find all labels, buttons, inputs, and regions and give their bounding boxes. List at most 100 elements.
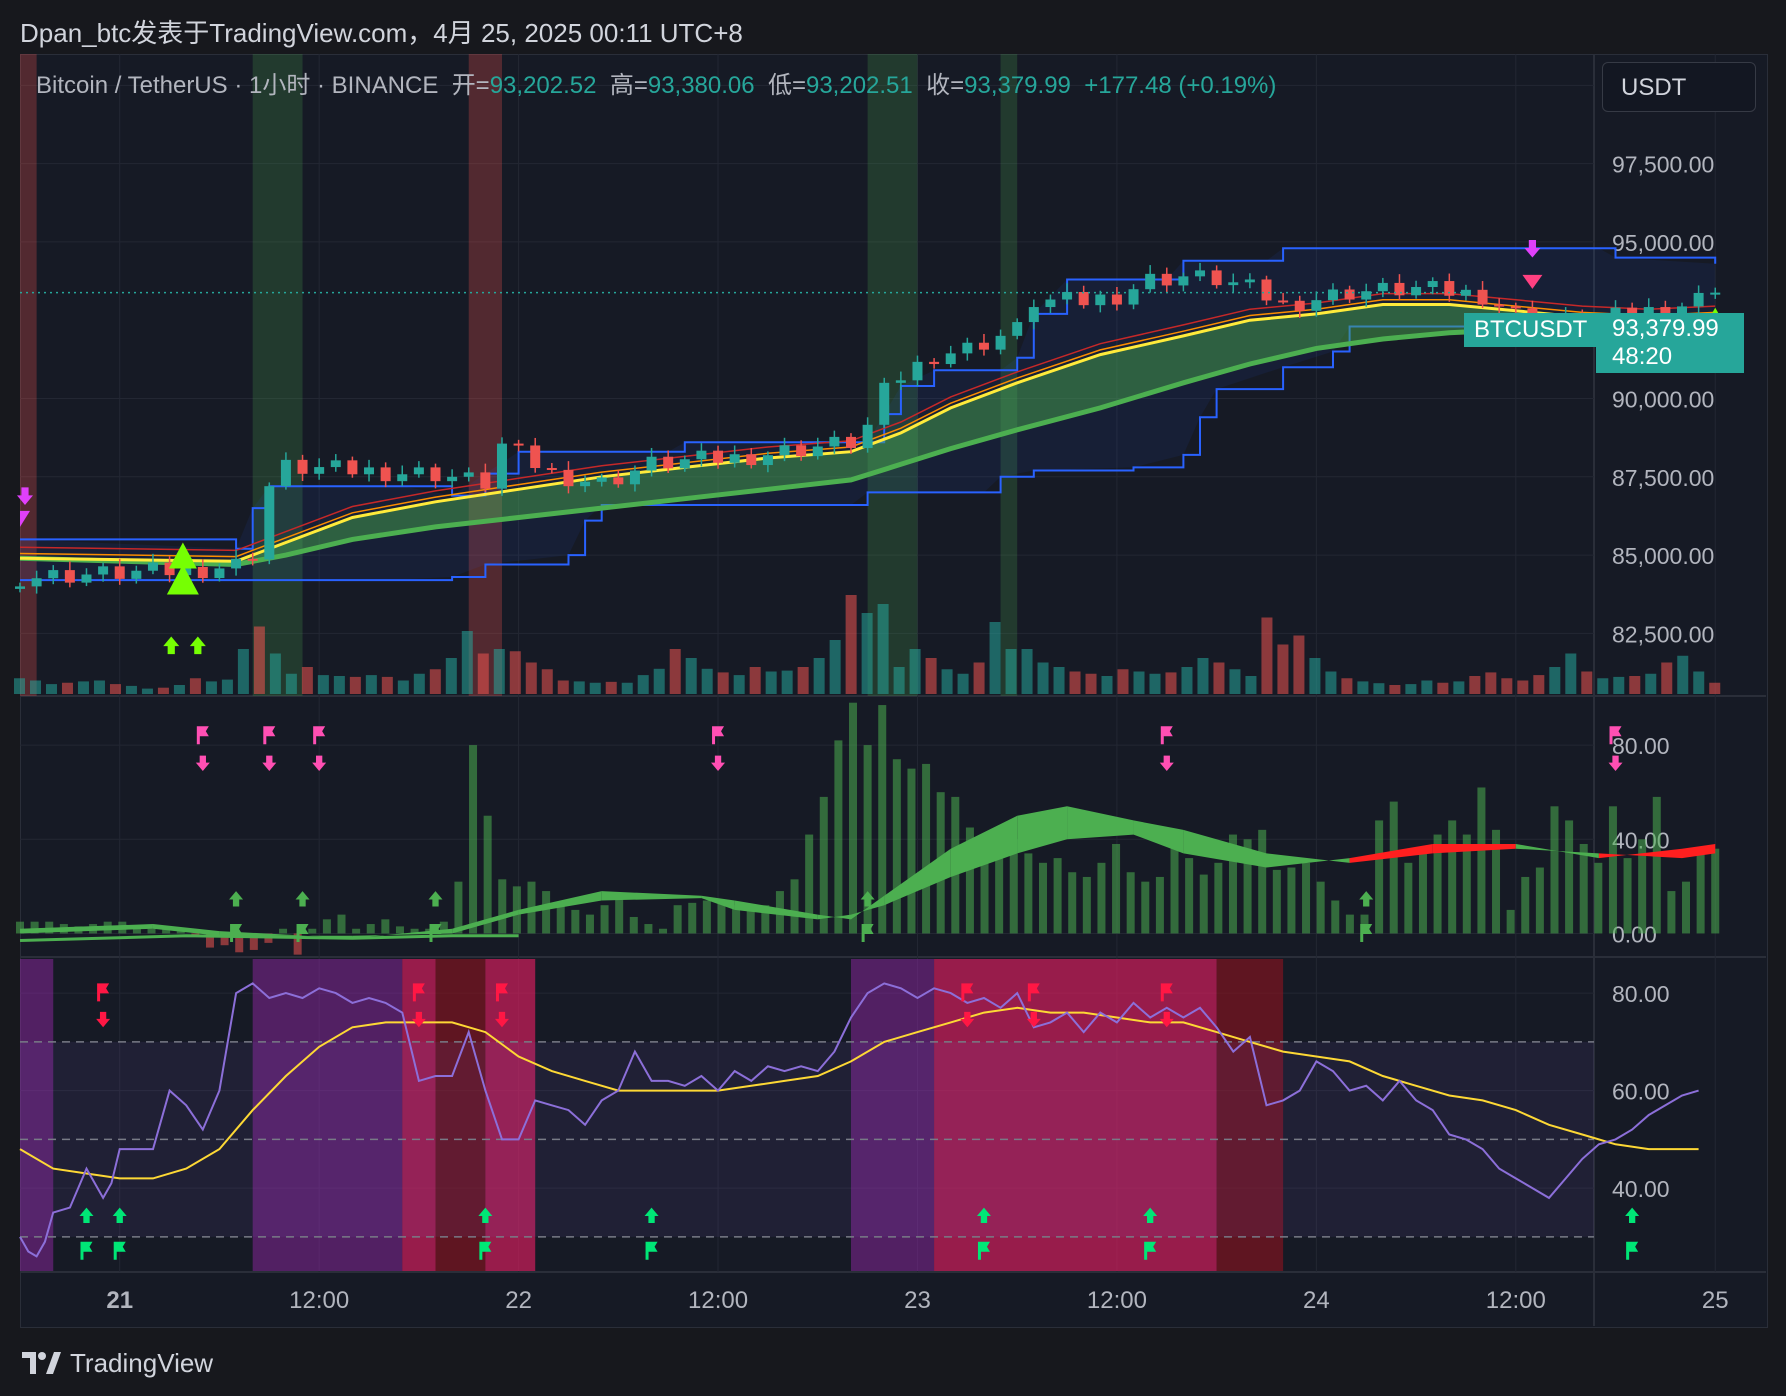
volume-bar bbox=[1629, 676, 1641, 694]
low-value: 93,202.51 bbox=[805, 72, 913, 99]
volume-bar bbox=[173, 685, 185, 694]
volume-bar bbox=[733, 675, 745, 694]
candle-body bbox=[480, 472, 491, 489]
momentum-bar bbox=[1331, 900, 1340, 934]
currency-selector[interactable]: USDT bbox=[1602, 62, 1756, 112]
momentum-bar bbox=[629, 916, 638, 934]
flag-icon bbox=[296, 924, 309, 943]
candle-body bbox=[596, 477, 607, 482]
momentum-bar bbox=[498, 879, 507, 934]
candle-body bbox=[364, 467, 375, 475]
momentum-bar bbox=[1448, 820, 1457, 934]
momentum-bar bbox=[279, 928, 288, 934]
candle-body bbox=[613, 477, 624, 485]
sell-arrow-icon bbox=[96, 1011, 111, 1028]
momentum-bar bbox=[1711, 848, 1720, 934]
candle-body bbox=[1278, 300, 1289, 303]
symbol-price-tag: BTCUSDT bbox=[1464, 313, 1598, 347]
candle-body bbox=[513, 443, 524, 446]
momentum-bar bbox=[469, 745, 478, 934]
high-value: 93,380.06 bbox=[647, 72, 755, 99]
momentum-bar bbox=[1258, 829, 1267, 934]
momentum-bar bbox=[819, 796, 828, 934]
momentum-bar bbox=[1316, 881, 1325, 934]
x-tick-label: 12:00 bbox=[1486, 1287, 1546, 1314]
volume-bar bbox=[1693, 671, 1705, 694]
chart-canvas[interactable]: 2112:002212:002312:002412:0025100,000.00… bbox=[0, 0, 1786, 1396]
candle-body bbox=[895, 380, 906, 383]
open-value: 93,202.52 bbox=[489, 72, 597, 99]
momentum-bar bbox=[600, 905, 609, 934]
buy-arrow-icon bbox=[229, 891, 244, 907]
volume-bar bbox=[1053, 667, 1065, 694]
candle-body bbox=[15, 586, 25, 589]
candle-body bbox=[1311, 300, 1322, 311]
momentum-bar bbox=[644, 924, 653, 934]
volume-bar bbox=[829, 640, 841, 694]
volume-bar bbox=[1245, 676, 1257, 694]
volume-bar bbox=[1101, 676, 1113, 694]
momentum-bar bbox=[322, 919, 331, 934]
candle-body bbox=[1394, 282, 1405, 296]
momentum-bar bbox=[1623, 858, 1632, 934]
price-tick-label: 90,000.00 bbox=[1612, 386, 1714, 412]
momentum-bar bbox=[1199, 874, 1208, 934]
momentum-bar bbox=[922, 763, 931, 934]
candle-body bbox=[98, 566, 109, 575]
candle-body bbox=[762, 455, 773, 466]
candle-body bbox=[147, 562, 158, 571]
rsi-tick-label: 80.00 bbox=[1612, 981, 1670, 1007]
momentum-bar bbox=[1404, 862, 1413, 934]
momentum-bar bbox=[659, 928, 668, 934]
candle-body bbox=[879, 382, 890, 425]
candle-body bbox=[1377, 282, 1388, 292]
volume-bar bbox=[109, 684, 121, 694]
candle-body bbox=[829, 436, 840, 447]
volume-bar bbox=[813, 658, 825, 694]
volume-bar bbox=[1005, 649, 1017, 694]
x-tick-label: 22 bbox=[505, 1287, 532, 1314]
candle-body bbox=[1178, 276, 1189, 286]
volume-bar bbox=[1293, 635, 1305, 694]
momentum-bar bbox=[366, 924, 375, 934]
volume-bar bbox=[1501, 678, 1513, 694]
volume-bar bbox=[349, 676, 361, 694]
buy-arrow-icon bbox=[428, 891, 443, 907]
last-price-tag: 93,379.99 48:20 bbox=[1596, 313, 1744, 373]
volume-bar bbox=[1661, 662, 1673, 694]
momentum-bar bbox=[688, 902, 697, 934]
volume-bar bbox=[381, 676, 393, 694]
volume-bar bbox=[1261, 617, 1273, 694]
volume-bar bbox=[477, 653, 489, 694]
volume-bar bbox=[1533, 675, 1545, 694]
volume-bar bbox=[1437, 682, 1449, 694]
momentum-bar bbox=[1418, 853, 1427, 934]
volume-bar bbox=[1421, 680, 1433, 694]
flag-icon bbox=[861, 924, 874, 943]
candle-body bbox=[1693, 292, 1704, 307]
volume-bar bbox=[541, 669, 553, 694]
momentum-bar bbox=[1053, 858, 1062, 934]
sell-arrow-icon bbox=[711, 755, 726, 771]
change-value: +177.48 (+0.19%) bbox=[1084, 72, 1277, 99]
momentum-bar bbox=[1652, 796, 1661, 934]
candle-body bbox=[846, 436, 856, 448]
volume-bar bbox=[1549, 667, 1561, 694]
momentum-bar bbox=[395, 926, 404, 934]
volume-bar bbox=[1469, 676, 1481, 694]
candle-body bbox=[214, 568, 225, 579]
candle-body bbox=[48, 570, 59, 579]
volume-bar bbox=[701, 668, 713, 694]
candle-body bbox=[330, 460, 341, 468]
momentum-bar bbox=[308, 928, 317, 934]
momentum-bar bbox=[147, 928, 156, 934]
volume-bar bbox=[685, 658, 697, 694]
momentum-bar bbox=[1214, 862, 1223, 934]
volume-bar bbox=[605, 681, 617, 694]
volume-bar bbox=[1085, 673, 1097, 694]
momentum-bar bbox=[1682, 881, 1691, 934]
candle-body bbox=[1211, 270, 1222, 286]
volume-bar bbox=[1581, 671, 1593, 694]
buy-arrow-icon bbox=[295, 891, 310, 907]
candle-body bbox=[1427, 281, 1438, 287]
